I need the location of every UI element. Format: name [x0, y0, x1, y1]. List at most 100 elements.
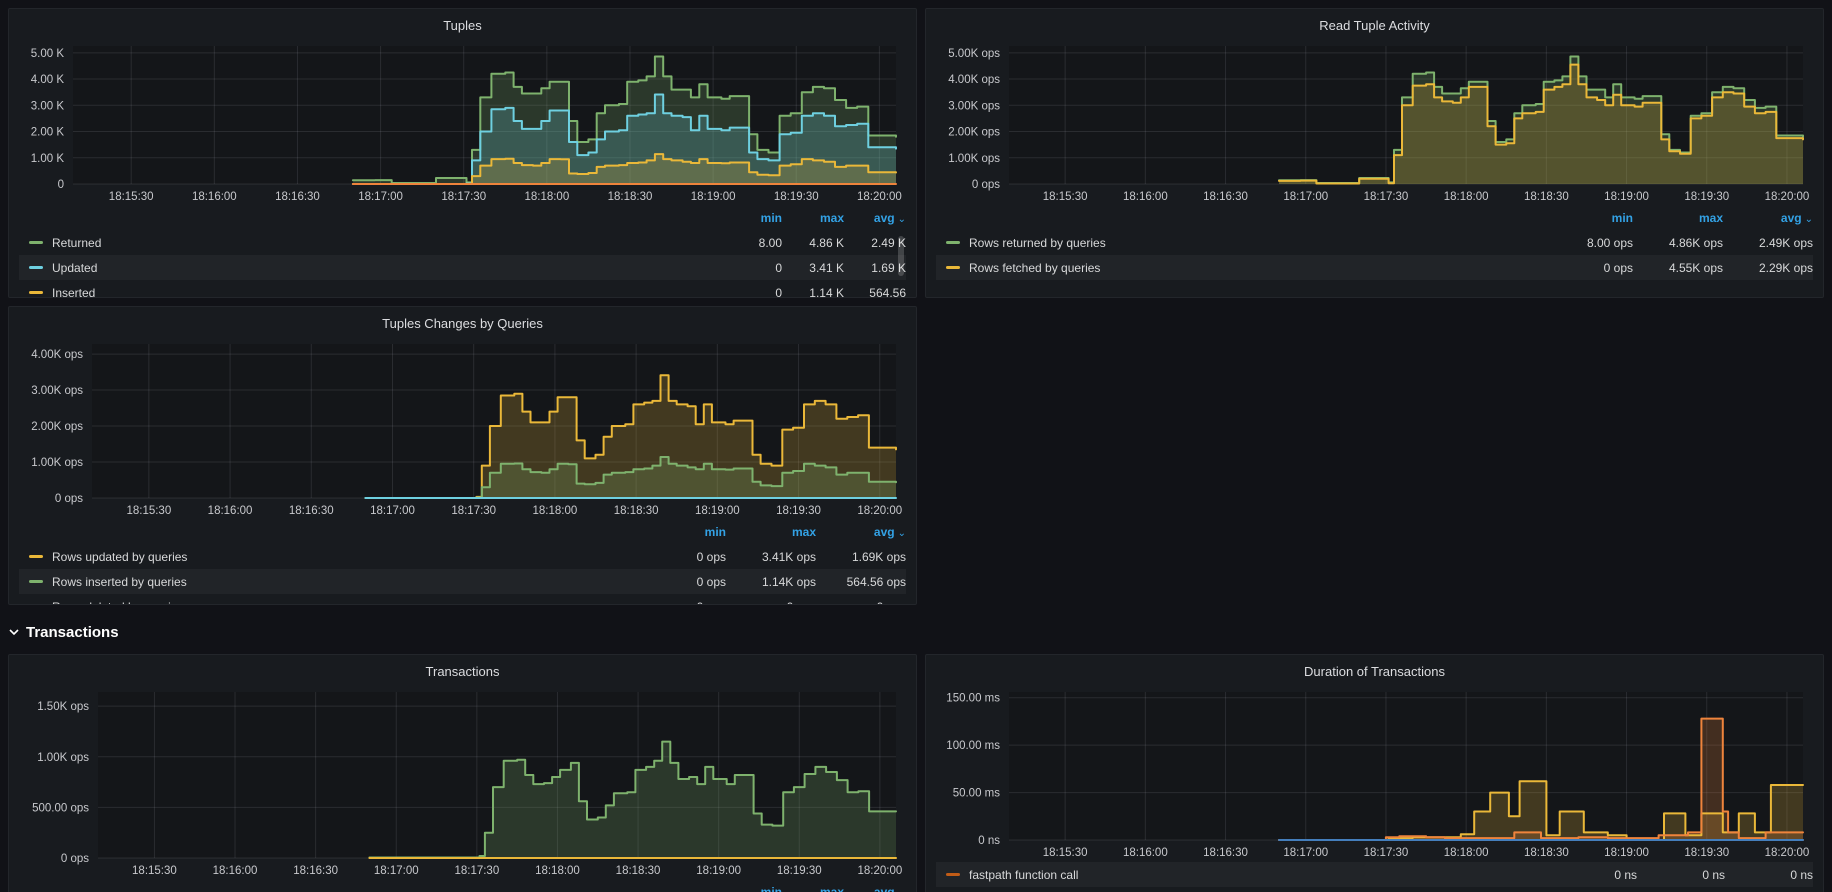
legend-series-label[interactable]: Returned — [52, 236, 101, 250]
legend-scrollbar[interactable] — [898, 236, 904, 276]
tuples-legend-row-2: Inserted 0 1.14 K 564.56 — [19, 280, 906, 298]
panel-title-duration-of-transactions[interactable]: Duration of Transactions — [936, 662, 1813, 684]
legend-series-label[interactable]: Rows inserted by queries — [52, 575, 187, 589]
x-axis-tick-label: 18:18:30 — [616, 865, 661, 877]
x-axis-tick-label: 18:18:00 — [535, 865, 580, 877]
y-axis-tick-label: 100.00 ms — [946, 740, 1000, 752]
legend-sort-max[interactable]: max — [1633, 211, 1723, 225]
legend-value-max: 1.14 K — [809, 285, 844, 298]
read-tuple-activity-legend: min max avg ⌄ Rows returned by queries 8.00 o… — [936, 206, 1813, 280]
series-color-marker — [29, 266, 43, 269]
y-axis-tick-label: 2.00 K — [31, 127, 65, 139]
tuples-chart[interactable]: 0 1.00 K 2.00 K 3.00 K 4.00 K 5.00 K 18:15:30 1… — [19, 38, 906, 206]
transactions-legend-header: minmaxavg⌄ — [19, 880, 906, 892]
legend-series-label[interactable]: Rows updated by queries — [52, 550, 187, 564]
x-axis-tick-label: 18:18:30 — [1524, 847, 1569, 859]
tuples_changes-legend-row-0: Rows updated by queries 0 ops 3.41K ops 1.6… — [19, 544, 906, 569]
y-axis-tick-label: 3.00K ops — [948, 100, 1000, 112]
x-axis-tick-label: 18:20:00 — [857, 865, 902, 877]
legend-sort-avg[interactable]: avg⌄ — [844, 211, 906, 225]
read_tuple_activity-legend-row-1: Rows fetched by queries 0 ops 4.55K ops 2.2… — [936, 255, 1813, 280]
transactions-plot-svg: 0 ops 500.00 ops 1.00K ops 1.50K ops 18:15:3… — [32, 692, 902, 877]
x-axis-tick-label: 18:18:30 — [614, 505, 659, 517]
x-axis-tick-label: 18:20:00 — [857, 505, 902, 517]
panel-title-transactions[interactable]: Transactions — [19, 662, 906, 684]
y-axis-tick-label: 3.00 K — [31, 100, 65, 112]
legend-sort-max[interactable]: max — [726, 525, 816, 539]
legend-sort-min[interactable]: min — [720, 885, 782, 892]
series-color-marker — [946, 873, 960, 876]
legend-value-min: 0 ops — [1603, 260, 1633, 275]
y-axis-tick-label: 4.00 K — [31, 74, 65, 86]
duration-plot-svg: 0 ns 50.00 ms 100.00 ms 150.00 ms 18:15:30 18… — [946, 692, 1809, 859]
sort-caret-down-icon: ⌄ — [1804, 214, 1813, 225]
x-axis-tick-label: 18:18:00 — [1444, 847, 1489, 859]
legend-sort-min[interactable]: min — [1543, 211, 1633, 225]
x-axis-tick-label: 18:16:30 — [289, 505, 334, 517]
tuples-changes-chart[interactable]: 0 ops 1.00K ops 2.00K ops 3.00K ops 4.00K op… — [19, 336, 906, 520]
legend-sort-avg[interactable]: avg⌄ — [816, 525, 906, 539]
legend-series-label[interactable]: Updated — [52, 261, 97, 275]
tuples-changes-legend: min max avg ⌄ Rows updated by queries 0 ops 3.… — [19, 520, 906, 605]
series-color-marker — [29, 291, 43, 294]
x-axis-tick-label: 18:15:30 — [1043, 847, 1088, 859]
x-axis-tick-label: 18:19:00 — [1604, 847, 1649, 859]
read_tuple_activity-legend-header: min max avg ⌄ — [936, 206, 1813, 230]
y-axis-tick-label: 1.00K ops — [948, 153, 1000, 165]
x-axis-tick-label: 18:16:30 — [275, 191, 320, 203]
series-color-marker — [29, 241, 43, 244]
series-color-marker — [29, 580, 43, 583]
legend-sort-avg[interactable]: avg⌄ — [844, 885, 906, 892]
legend-series-label[interactable]: Inserted — [52, 286, 95, 298]
legend-sort-min[interactable]: min — [636, 525, 726, 539]
x-axis-tick-label: 18:16:00 — [192, 191, 237, 203]
legend-value-min: 8.00 ops — [1586, 235, 1633, 250]
legend-sort-avg[interactable]: avg⌄ — [1723, 211, 1813, 225]
panel-title-tuples[interactable]: Tuples — [19, 16, 906, 38]
legend-value-avg: 2.49 K — [871, 235, 906, 250]
y-axis-tick-label: 1.00 K — [31, 153, 65, 165]
x-axis-tick-label: 18:19:00 — [696, 865, 741, 877]
tuples-legend-row-0: Returned 8.00 4.86 K 2.49 K — [19, 230, 906, 255]
row-section-transactions[interactable]: Transactions — [8, 618, 119, 646]
x-axis-tick-label: 18:16:00 — [1123, 191, 1168, 203]
panel-title-read-tuple-activity[interactable]: Read Tuple Activity — [936, 16, 1813, 38]
legend-series-label[interactable]: Rows returned by queries — [969, 236, 1106, 250]
legend-series-label[interactable]: fastpath function call — [969, 868, 1078, 882]
panel-title-tuples-changes[interactable]: Tuples Changes by Queries — [19, 314, 906, 336]
chevron-down-icon — [9, 629, 19, 636]
sort-caret-down-icon: ⌄ — [898, 888, 906, 892]
legend-value-avg: 1.69K ops — [851, 549, 906, 564]
transactions-chart[interactable]: 0 ops 500.00 ops 1.00K ops 1.50K ops 18:15:3… — [19, 684, 906, 880]
legend-value-min: 0 ns — [1614, 867, 1637, 882]
x-axis-tick-label: 18:16:00 — [208, 505, 253, 517]
read-tuple-activity-chart[interactable]: 0 ops 1.00K ops 2.00K ops 3.00K ops 4.00K op… — [936, 38, 1813, 206]
x-axis-tick-label: 18:15:30 — [1043, 191, 1088, 203]
duration-chart[interactable]: 0 ns 50.00 ms 100.00 ms 150.00 ms 18:15:30 18… — [936, 684, 1813, 862]
legend-sort-max[interactable]: max — [782, 885, 844, 892]
x-axis-tick-label: 18:19:30 — [1684, 191, 1729, 203]
legend-sort-min[interactable]: min — [720, 211, 782, 225]
y-axis-tick-label: 150.00 ms — [946, 693, 1000, 705]
legend-series-label[interactable]: Rows deleted by queries — [52, 600, 183, 605]
legend-value-min: 0 ops — [636, 600, 726, 605]
legend-value-max: 0 ops — [726, 600, 816, 605]
panel-read-tuple-activity: Read Tuple Activity 0 ops 1.00K ops 2.00K … — [925, 8, 1824, 298]
x-axis-tick-label: 18:19:30 — [776, 505, 821, 517]
legend-sort-max[interactable]: max — [782, 211, 844, 225]
y-axis-tick-label: 2.00K ops — [948, 127, 1000, 139]
legend-value-max: 0 ns — [1702, 867, 1725, 882]
x-axis-tick-label: 18:16:00 — [213, 865, 258, 877]
legend-series-label[interactable]: Rows fetched by queries — [969, 261, 1100, 275]
tuples-legend-header: min max avg ⌄ — [19, 206, 906, 230]
transactions-legend: minmaxavg⌄ — [19, 880, 906, 892]
x-axis-tick-label: 18:15:30 — [132, 865, 177, 877]
x-axis-tick-label: 18:20:00 — [1765, 191, 1810, 203]
x-axis-tick-label: 18:16:30 — [293, 865, 338, 877]
panel-transactions: Transactions 0 ops 500.00 ops 1.00K ops 1.5… — [8, 654, 917, 892]
x-axis-tick-label: 18:17:00 — [1283, 191, 1328, 203]
x-axis-tick-label: 18:19:30 — [1684, 847, 1729, 859]
y-axis-tick-label: 0 ops — [972, 179, 1000, 191]
y-axis-tick-label: 3.00K ops — [31, 385, 83, 397]
grafana-dashboard: { "colors": { "green": "#7EB26D", "cyan"… — [0, 0, 1832, 892]
